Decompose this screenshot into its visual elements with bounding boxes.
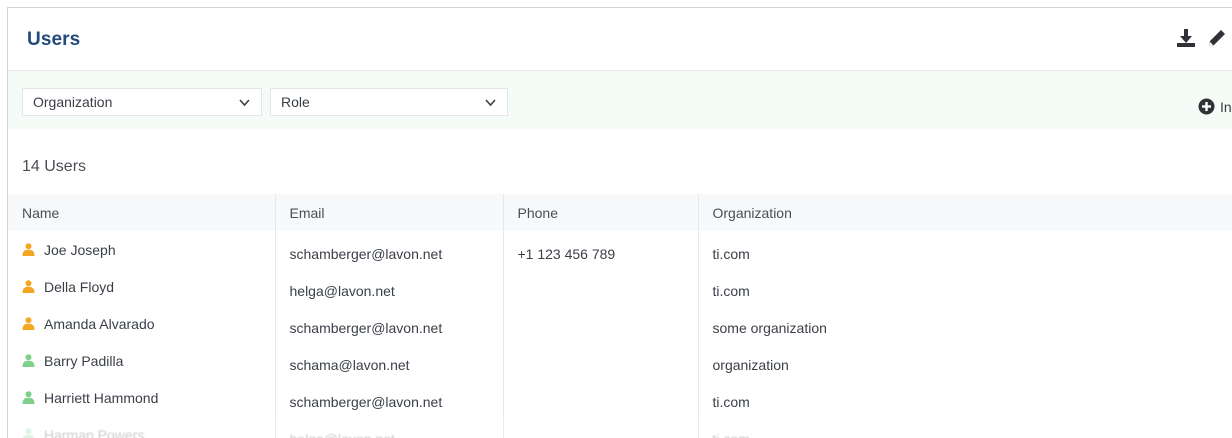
user-icon [22, 354, 35, 367]
cell-organization: some organization [698, 305, 1232, 342]
organization-filter-select[interactable]: Organization [22, 88, 262, 116]
filter-bar: Organization Role In [8, 71, 1232, 129]
cell-organization: ti.com [698, 379, 1232, 416]
table-row[interactable]: Harriett Hammond schamberger@lavon.net ti.… [8, 379, 1232, 416]
cell-phone [503, 342, 699, 379]
column-header-name[interactable]: Name [8, 194, 276, 231]
cell-phone: +1 123 456 789 [503, 231, 699, 268]
table-header-row: Name Email Phone Organization [8, 194, 1232, 231]
column-header-organization[interactable]: Organization [698, 194, 1232, 231]
cell-email: schamberger@lavon.net [275, 379, 504, 416]
cell-name[interactable]: Joe Joseph [8, 231, 276, 268]
download-icon[interactable] [1175, 27, 1197, 49]
table-row[interactable]: Barry Padilla schama@lavon.net organizatio… [8, 342, 1232, 379]
users-table: Name Email Phone Organization Joe Joseph… [8, 194, 1232, 438]
cell-phone [503, 379, 699, 416]
cell-email: helga@lavon.net [275, 268, 504, 305]
user-name[interactable]: Harman Powers [44, 427, 144, 438]
cell-phone [503, 268, 699, 305]
organization-filter-value: Organization [33, 94, 113, 110]
user-name[interactable]: Joe Joseph [44, 242, 116, 258]
user-icon [22, 428, 35, 438]
table-row[interactable]: Della Floyd helga@lavon.net ti.com [8, 268, 1232, 305]
cell-organization: ti.com [698, 268, 1232, 305]
user-icon [22, 317, 35, 330]
table-row[interactable]: Joe Joseph schamberger@lavon.net +1 123 45… [8, 231, 1232, 268]
users-panel: Users Organization Role In 14 Users Name… [7, 7, 1232, 438]
user-name[interactable]: Amanda Alvarado [44, 316, 155, 332]
cell-organization: organization [698, 342, 1232, 379]
cell-email: schamberger@lavon.net [275, 231, 504, 268]
panel-header: Users [8, 8, 1232, 71]
user-name[interactable]: Della Floyd [44, 279, 114, 295]
cell-name[interactable]: Barry Padilla [8, 342, 276, 379]
cell-name[interactable]: Amanda Alvarado [8, 305, 276, 342]
cell-name[interactable]: Harman Powers [8, 416, 276, 438]
plus-circle-icon [1198, 98, 1215, 115]
user-icon [22, 280, 35, 293]
page-title: Users [27, 29, 81, 50]
cell-name[interactable]: Harriett Hammond [8, 379, 276, 416]
user-name[interactable]: Barry Padilla [44, 353, 123, 369]
cell-email: schama@lavon.net [275, 342, 504, 379]
cell-organization: ti.com [698, 416, 1232, 438]
invite-button[interactable]: In [1198, 98, 1232, 115]
cell-phone [503, 305, 699, 342]
column-header-phone[interactable]: Phone [503, 194, 699, 231]
chevron-down-icon [485, 98, 496, 106]
table-row[interactable]: Amanda Alvarado schamberger@lavon.net some… [8, 305, 1232, 342]
user-icon [22, 243, 35, 256]
user-icon [22, 391, 35, 404]
user-count: 14 Users [22, 158, 87, 175]
pencil-icon[interactable] [1206, 27, 1228, 49]
table-row[interactable]: Harman Powers helga@lavon.net ti.com [8, 416, 1232, 438]
cell-email: helga@lavon.net [275, 416, 504, 438]
chevron-down-icon [239, 98, 250, 106]
column-header-email[interactable]: Email [275, 194, 504, 231]
role-filter-select[interactable]: Role [270, 88, 508, 116]
role-filter-value: Role [281, 94, 310, 110]
cell-email: schamberger@lavon.net [275, 305, 504, 342]
user-name[interactable]: Harriett Hammond [44, 390, 158, 406]
cell-phone [503, 416, 699, 438]
invite-button-label: In [1220, 98, 1232, 115]
cell-name[interactable]: Della Floyd [8, 268, 276, 305]
cell-organization: ti.com [698, 231, 1232, 268]
